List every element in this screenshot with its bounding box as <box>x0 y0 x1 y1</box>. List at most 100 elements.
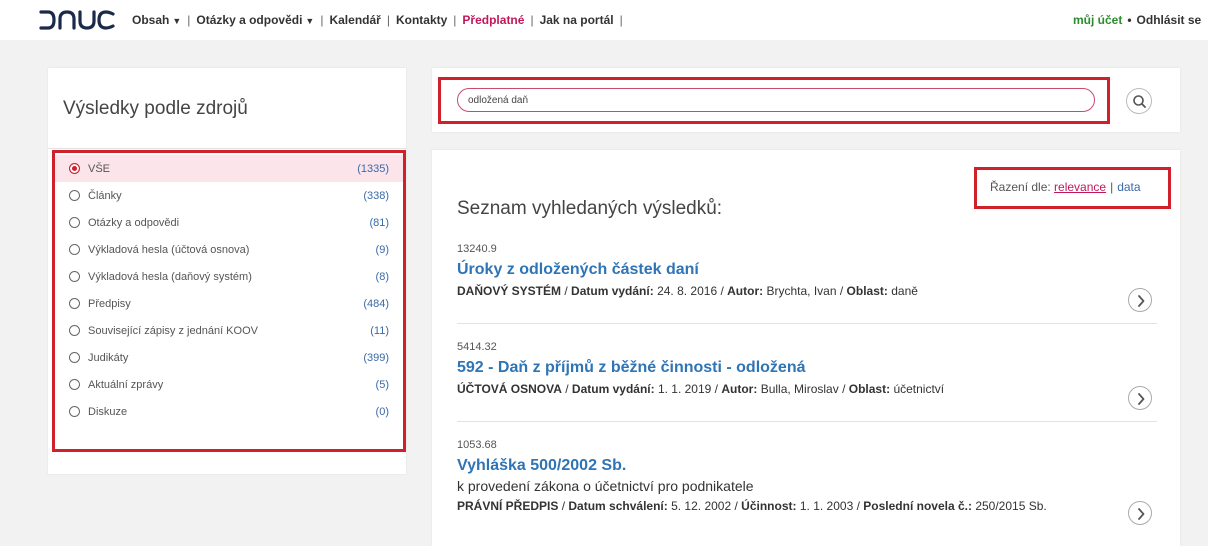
sort-relevance-link[interactable]: relevance <box>1054 180 1106 194</box>
meta-value: daně <box>891 284 918 298</box>
separator-dot: • <box>1127 13 1132 27</box>
source-label: Aktuální zprávy <box>88 378 164 391</box>
source-option[interactable]: Judikáty (399) <box>55 344 403 371</box>
result-subtitle: k provedení zákona o účetnictví pro podn… <box>457 478 754 494</box>
source-option[interactable]: VŠE (1335) <box>55 155 403 182</box>
chevron-right-icon <box>1138 508 1145 520</box>
meta-key: Autor: <box>727 284 764 298</box>
source-count: (338) <box>363 189 389 202</box>
source-count: (81) <box>369 216 389 229</box>
nav-item-3[interactable]: Kontakty <box>396 13 447 27</box>
search-input[interactable] <box>457 88 1095 112</box>
nav-separator: | <box>320 13 324 27</box>
radio-button[interactable] <box>69 352 80 363</box>
nav-item-1[interactable]: Otázky a odpovědi ▼ <box>196 13 314 27</box>
search-button[interactable] <box>1126 88 1152 114</box>
nav-item-label: Obsah <box>132 13 170 27</box>
source-label: Výkladová hesla (účtová osnova) <box>88 243 250 256</box>
nav-item-0[interactable]: Obsah ▼ <box>132 13 181 27</box>
meta-value: 250/2015 Sb. <box>975 499 1047 513</box>
sources-title: Výsledky podle zdrojů <box>63 98 248 119</box>
meta-value: 24. 8. 2016 <box>657 284 718 298</box>
sort-control: Řazení dle: relevance | data <box>990 180 1141 194</box>
source-label: Související zápisy z jednání KOOV <box>88 324 258 337</box>
source-label: Judikáty <box>88 351 129 364</box>
radio-button[interactable] <box>69 325 80 336</box>
radio-button[interactable] <box>69 217 80 228</box>
meta-key: Oblast: <box>846 284 888 298</box>
result-item: 5414.32 592 - Daň z příjmů z běžné činnos… <box>457 341 1157 398</box>
chevron-down-icon: ▼ <box>305 16 315 26</box>
source-option[interactable]: Předpisy (484) <box>55 290 403 317</box>
radio-button[interactable] <box>69 190 80 201</box>
nav-separator: | <box>619 13 623 27</box>
source-count: (8) <box>375 270 389 283</box>
top-navigation: Obsah ▼ | Otázky a odpovědi ▼ | Kalendář | Konta… <box>0 0 1208 40</box>
radio-button[interactable] <box>69 244 80 255</box>
source-label: Diskuze <box>88 405 128 418</box>
result-score: 13240.9 <box>457 243 497 255</box>
nav-item-5[interactable]: Jak na portál <box>540 13 614 27</box>
meta-key: Oblast: <box>848 382 891 396</box>
radio-button[interactable] <box>69 379 80 390</box>
result-item: 13240.9 Úroky z odložených částek daní DAŇ… <box>457 243 1157 300</box>
meta-value: 1. 1. 2003 <box>799 499 854 513</box>
meta-key: Autor: <box>721 382 758 396</box>
chevron-down-icon: ▼ <box>172 16 182 26</box>
account-area: můj účet • Odhlásit se <box>1073 13 1201 27</box>
open-result-button[interactable] <box>1128 288 1152 312</box>
logo[interactable] <box>38 9 116 31</box>
sort-date-link[interactable]: data <box>1117 180 1140 194</box>
source-label: Otázky a odpovědi <box>88 216 180 229</box>
nav-item-label: Kalendář <box>329 13 381 27</box>
meta-key: ÚČTOVÁ OSNOVA <box>457 382 562 396</box>
source-label: Výkladová hesla (daňový systém) <box>88 270 252 283</box>
result-score: 1053.68 <box>457 439 497 451</box>
meta-value: 5. 12. 2002 <box>671 499 732 513</box>
source-label: Články <box>88 189 122 202</box>
source-count: (1335) <box>357 162 389 175</box>
nav-item-2[interactable]: Kalendář <box>329 13 380 27</box>
result-title-link[interactable]: Vyhláška 500/2002 Sb. <box>457 457 1157 475</box>
source-label: VŠE <box>88 162 111 175</box>
source-option[interactable]: Otázky a odpovědi (81) <box>55 209 403 236</box>
result-divider <box>457 421 1157 422</box>
result-meta: ÚČTOVÁ OSNOVA / Datum vydání: 1. 1. 2019… <box>457 382 945 396</box>
source-option[interactable]: Diskuze (0) <box>55 398 403 425</box>
source-count: (5) <box>375 378 389 391</box>
source-option[interactable]: Výkladová hesla (účtová osnova) (9) <box>55 236 403 263</box>
result-title-link[interactable]: Úroky z odložených částek daní <box>457 261 1157 279</box>
main-menu: Obsah ▼ | Otázky a odpovědi ▼ | Kalendář | Konta… <box>132 13 629 27</box>
radio-button[interactable] <box>69 271 80 282</box>
logout-link[interactable]: Odhlásit se <box>1137 13 1202 27</box>
radio-button[interactable] <box>69 298 80 309</box>
nav-separator: | <box>530 13 534 27</box>
source-label: Předpisy <box>88 297 131 310</box>
sort-separator: | <box>1110 180 1114 194</box>
meta-key: DAŇOVÝ SYSTÉM <box>457 284 562 298</box>
results-title: Seznam vyhledaných výsledků: <box>457 198 723 219</box>
meta-key: Poslední novela č.: <box>863 499 972 513</box>
meta-value: Bulla, Miroslav <box>760 382 839 396</box>
source-count: (399) <box>363 351 389 364</box>
nav-item-label: Otázky a odpovědi <box>196 13 303 27</box>
result-meta: DAŇOVÝ SYSTÉM / Datum vydání: 24. 8. 201… <box>457 284 918 298</box>
meta-key: Datum vydání: <box>571 382 655 396</box>
source-count: (484) <box>363 297 389 310</box>
source-count: (9) <box>375 243 389 256</box>
source-option[interactable]: Výkladová hesla (daňový systém) (8) <box>55 263 403 290</box>
radio-button[interactable] <box>69 163 80 174</box>
sort-label: Řazení dle: <box>990 180 1051 194</box>
open-result-button[interactable] <box>1128 386 1152 410</box>
nav-separator: | <box>453 13 457 27</box>
open-result-button[interactable] <box>1128 501 1152 525</box>
my-account-link[interactable]: můj účet <box>1073 13 1122 27</box>
radio-button[interactable] <box>69 406 80 417</box>
nav-item-4[interactable]: Předplatné <box>462 13 524 27</box>
source-option[interactable]: Související zápisy z jednání KOOV (11) <box>55 317 403 344</box>
meta-key: Datum vydání: <box>571 284 654 298</box>
result-title-link[interactable]: 592 - Daň z příjmů z běžné činnosti - od… <box>457 359 1157 377</box>
result-divider <box>457 323 1157 324</box>
source-option[interactable]: Aktuální zprávy (5) <box>55 371 403 398</box>
source-option[interactable]: Články (338) <box>55 182 403 209</box>
